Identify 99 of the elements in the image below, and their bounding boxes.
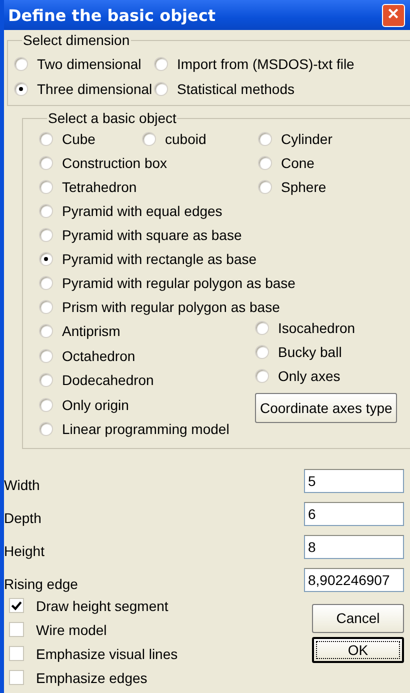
radio-button[interactable] <box>255 321 269 335</box>
radio-option[interactable]: Cube <box>39 131 96 147</box>
radio-button[interactable] <box>258 156 272 170</box>
option-label: Construction box <box>62 155 168 171</box>
radio-button[interactable] <box>39 228 53 242</box>
radio-option[interactable]: Only axes <box>255 364 340 388</box>
option-label: Statistical methods <box>177 81 294 97</box>
input-field[interactable]: 8,902246907 <box>304 568 404 592</box>
radio-option[interactable]: Cylinder <box>258 131 332 147</box>
input-field[interactable]: 6 <box>304 502 404 526</box>
input-field[interactable]: 8 <box>304 534 404 558</box>
checkbox[interactable] <box>9 646 24 661</box>
radio-option[interactable]: Prism with regular polygon as base <box>39 295 280 319</box>
option-label: Pyramid with square as base <box>62 227 242 243</box>
checkbox[interactable] <box>9 622 24 637</box>
window-title: Define the basic object <box>8 6 216 24</box>
radio-option[interactable]: Three dimensional <box>14 81 154 97</box>
radio-button[interactable] <box>255 345 269 359</box>
radio-option[interactable]: Bucky ball <box>255 340 342 364</box>
checkbox-option[interactable]: Emphasize edges <box>9 666 148 690</box>
radio-button[interactable] <box>39 422 53 436</box>
radio-option[interactable]: Linear programming model <box>39 417 230 442</box>
radio-button[interactable] <box>14 82 28 96</box>
radio-option[interactable]: Construction box <box>39 155 168 171</box>
option-label: Three dimensional <box>37 81 152 97</box>
radio-button[interactable] <box>258 180 272 194</box>
radio-option[interactable]: Antiprism <box>39 319 120 344</box>
option-label: Dodecahedron <box>62 372 154 388</box>
option-label: Pyramid with equal edges <box>62 203 222 219</box>
radio-button[interactable] <box>39 156 53 170</box>
radio-option[interactable]: Pyramid with square as base <box>39 223 242 247</box>
radio-button[interactable] <box>39 204 53 218</box>
radio-option[interactable]: Only origin <box>39 392 129 417</box>
radio-button[interactable] <box>14 57 28 71</box>
radio-button[interactable] <box>39 276 53 290</box>
close-button[interactable]: ✕ <box>382 4 405 26</box>
group-label: Select dimension <box>22 32 131 48</box>
option-label: Pyramid with rectangle as base <box>62 251 257 267</box>
checkbox-option[interactable]: Emphasize visual lines <box>9 642 178 666</box>
option-label: Sphere <box>281 179 326 195</box>
radio-option[interactable]: Two dimensional <box>14 56 154 72</box>
radio-button[interactable] <box>39 300 53 314</box>
radio-button[interactable] <box>39 324 53 338</box>
option-label: Two dimensional <box>37 56 142 72</box>
radio-option[interactable]: Dodecahedron <box>39 368 154 392</box>
radio-option[interactable]: cuboid <box>142 131 206 147</box>
option-label: Octahedron <box>62 348 136 364</box>
option-label: cuboid <box>165 131 206 147</box>
option-label: Import from (MSDOS)-txt file <box>177 56 354 72</box>
checkbox[interactable] <box>9 598 24 613</box>
field-label: Rising edge <box>4 576 78 592</box>
field-label: Width <box>4 476 40 492</box>
radio-button[interactable] <box>39 398 53 412</box>
option-label: Cube <box>62 131 96 147</box>
ok-button[interactable]: OK <box>312 636 404 662</box>
option-label: Emphasize visual lines <box>36 646 178 662</box>
option-label: Wire model <box>36 622 107 638</box>
radio-option[interactable]: Tetrahedron <box>39 179 137 195</box>
radio-button[interactable] <box>39 180 53 194</box>
checkbox-option[interactable]: Wire model <box>9 618 107 642</box>
input-field[interactable]: 5 <box>304 468 404 492</box>
radio-button[interactable] <box>154 57 168 71</box>
radio-option[interactable]: Octahedron <box>39 344 136 368</box>
field-label: Depth <box>4 510 42 526</box>
option-label: Bucky ball <box>278 344 342 360</box>
option-label: Antiprism <box>62 323 120 340</box>
option-label: Prism with regular polygon as base <box>62 299 280 315</box>
cancel-button[interactable]: Cancel <box>312 604 404 632</box>
radio-option[interactable]: Sphere <box>258 179 326 195</box>
radio-option[interactable]: Pyramid with regular polygon as base <box>39 271 296 295</box>
radio-option[interactable]: Isocahedron <box>255 316 356 340</box>
radio-button[interactable] <box>154 82 168 96</box>
option-label: Draw height segment <box>36 598 168 614</box>
option-label: Emphasize edges <box>36 670 148 686</box>
group-label: Select a basic object <box>47 110 178 126</box>
option-label: Cylinder <box>281 131 332 147</box>
coordinate-axes-button[interactable]: Coordinate axes type <box>255 393 398 423</box>
radio-button[interactable] <box>39 132 53 146</box>
radio-button[interactable] <box>39 348 53 363</box>
field-label: Height <box>4 542 44 558</box>
radio-option[interactable]: Pyramid with rectangle as base <box>39 247 257 271</box>
option-label: Tetrahedron <box>62 179 137 195</box>
radio-button[interactable] <box>142 132 156 146</box>
radio-button[interactable] <box>39 373 53 388</box>
radio-option[interactable]: Pyramid with equal edges <box>39 199 222 223</box>
radio-button[interactable] <box>258 132 272 146</box>
checkbox[interactable] <box>9 670 24 685</box>
option-label: Pyramid with regular polygon as base <box>62 275 296 291</box>
checkbox-option[interactable]: Draw height segment <box>9 594 168 618</box>
option-label: Isocahedron <box>278 320 356 336</box>
radio-option[interactable]: Cone <box>258 155 314 171</box>
option-label: Linear programming model <box>62 421 230 438</box>
radio-button[interactable] <box>255 369 269 383</box>
radio-button[interactable] <box>39 252 53 266</box>
radio-option[interactable]: Import from (MSDOS)-txt file <box>154 56 410 72</box>
radio-option[interactable]: Statistical methods <box>154 81 410 97</box>
option-label: Only axes <box>278 368 340 384</box>
option-label: Only origin <box>62 396 129 413</box>
option-label: Cone <box>281 155 314 171</box>
